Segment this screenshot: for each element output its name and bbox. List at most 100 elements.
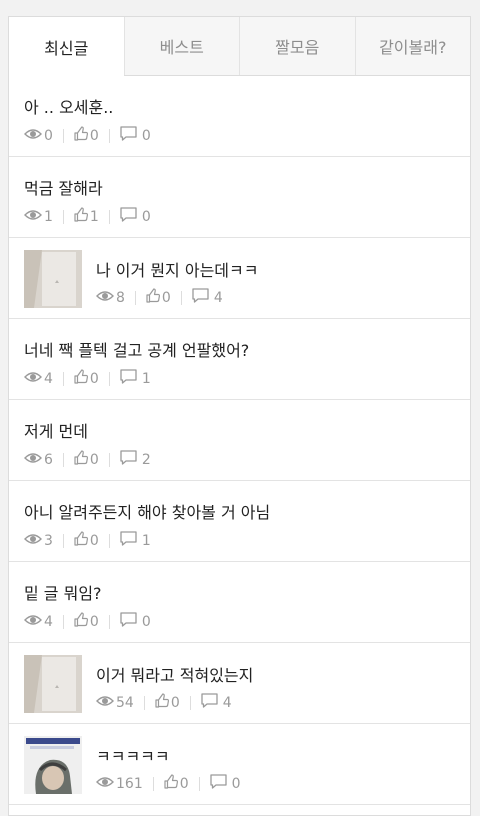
stat-divider: [62, 209, 64, 224]
eye-icon: [96, 290, 114, 306]
post-item[interactable]: ㅋㅋㅋㅋㅋ 161 0 0: [9, 724, 470, 805]
thumbs-up-icon: [74, 126, 88, 145]
board-container: 최신글 베스트 짤모음 같이볼래? 아 .. 오세훈.. 0 0 0 먹금 잘해라 1 1 0…: [8, 16, 471, 816]
post-stats: 0 0 0: [24, 126, 151, 145]
post-stats: 54 0 4: [96, 693, 232, 712]
post-title[interactable]: 너네 짹 플텍 걸고 공계 언팔했어?: [24, 337, 249, 361]
view-count: 3: [24, 533, 53, 549]
comment-icon: [120, 450, 137, 469]
post-title[interactable]: 저게 먼데: [24, 418, 88, 442]
view-count: 4: [24, 371, 53, 387]
eye-icon: [96, 776, 114, 792]
post-item[interactable]: 저게 먼데 6 0 2: [9, 400, 470, 481]
like-count: 1: [74, 207, 99, 226]
comment-count-value: 0: [141, 127, 151, 144]
post-title[interactable]: 이거 뭐라고 적혀있는지: [96, 662, 253, 686]
stat-divider: [108, 371, 110, 386]
comment-count-value: 0: [141, 208, 151, 225]
view-count: 54: [96, 695, 134, 711]
post-title[interactable]: 아니 알려주든지 해야 찾아볼 거 아님: [24, 499, 270, 523]
eye-icon: [96, 695, 114, 711]
stat-divider: [108, 209, 110, 224]
like-count-value: 0: [161, 289, 171, 306]
post-stats: 161 0 0: [96, 774, 241, 793]
thumbs-up-icon: [164, 774, 178, 793]
post-item[interactable]: 아 .. 오세훈.. 0 0 0: [9, 76, 470, 157]
tab-images[interactable]: 짤모음: [239, 17, 355, 75]
post-thumbnail: [24, 250, 82, 308]
stat-divider: [62, 371, 64, 386]
like-count: 0: [164, 774, 189, 793]
stat-divider: [152, 776, 154, 791]
post-list: 아 .. 오세훈.. 0 0 0 먹금 잘해라 1 1 0 나 이거 뭔지 아는데ㅋㅋ 8 0 4 너네…: [9, 76, 470, 805]
view-count-value: 161: [116, 775, 143, 792]
eye-icon: [24, 209, 42, 225]
like-count: 0: [74, 450, 99, 469]
view-count: 1: [24, 209, 53, 225]
thumbs-up-icon: [74, 612, 88, 631]
comment-count: 0: [120, 612, 151, 631]
thumbs-up-icon: [74, 369, 88, 388]
like-count-value: 0: [89, 613, 99, 630]
stat-divider: [108, 128, 110, 143]
thumbs-up-icon: [146, 288, 160, 307]
post-thumbnail: [24, 736, 82, 794]
stat-divider: [62, 533, 64, 548]
tab-watch-together[interactable]: 같이볼래?: [354, 17, 470, 75]
post-stats: 4 0 0: [24, 612, 151, 631]
like-count: 0: [155, 693, 180, 712]
like-count: 0: [74, 126, 99, 145]
thumbs-up-icon: [74, 531, 88, 550]
like-count-value: 1: [89, 208, 99, 225]
post-stats: 4 0 1: [24, 369, 151, 388]
comment-count: 1: [120, 531, 151, 550]
view-count: 6: [24, 452, 53, 468]
thumbs-up-icon: [74, 450, 88, 469]
comment-count: 0: [120, 207, 151, 226]
view-count-value: 4: [44, 370, 53, 387]
view-count-value: 6: [44, 451, 53, 468]
eye-icon: [24, 452, 42, 468]
post-item[interactable]: 이거 뭐라고 적혀있는지 54 0 4: [9, 643, 470, 724]
comment-icon: [120, 531, 137, 550]
view-count-value: 1: [44, 208, 53, 225]
like-count-value: 0: [170, 694, 180, 711]
post-stats: 1 1 0: [24, 207, 151, 226]
post-item[interactable]: 너네 짹 플텍 걸고 공계 언팔했어? 4 0 1: [9, 319, 470, 400]
comment-count-value: 4: [222, 694, 232, 711]
post-title[interactable]: 나 이거 뭔지 아는데ㅋㅋ: [96, 257, 258, 281]
view-count-value: 3: [44, 532, 53, 549]
post-stats: 6 0 2: [24, 450, 151, 469]
view-count-value: 54: [116, 694, 134, 711]
like-count-value: 0: [89, 451, 99, 468]
like-count-value: 0: [89, 127, 99, 144]
post-title[interactable]: 아 .. 오세훈..: [24, 94, 113, 118]
comment-icon: [192, 288, 209, 307]
view-count: 0: [24, 128, 53, 144]
post-title[interactable]: ㅋㅋㅋㅋㅋ: [96, 743, 170, 767]
post-title[interactable]: 밑 글 뭐임?: [24, 580, 102, 604]
like-count: 0: [74, 369, 99, 388]
comment-count-value: 4: [213, 289, 223, 306]
eye-icon: [24, 533, 42, 549]
comment-count: 1: [120, 369, 151, 388]
like-count-value: 0: [89, 370, 99, 387]
comment-icon: [210, 774, 227, 793]
comment-count: 4: [192, 288, 223, 307]
post-item[interactable]: 아니 알려주든지 해야 찾아볼 거 아님 3 0 1: [9, 481, 470, 562]
tab-best[interactable]: 베스트: [123, 17, 239, 75]
view-count: 4: [24, 614, 53, 630]
comment-icon: [120, 612, 137, 631]
like-count-value: 0: [89, 532, 99, 549]
stat-divider: [62, 614, 64, 629]
post-title[interactable]: 먹금 잘해라: [24, 175, 103, 199]
post-item[interactable]: 밑 글 뭐임? 4 0 0: [9, 562, 470, 643]
post-item[interactable]: 나 이거 뭔지 아는데ㅋㅋ 8 0 4: [9, 238, 470, 319]
tab-latest[interactable]: 최신글: [9, 17, 124, 76]
stat-divider: [62, 128, 64, 143]
comment-count-value: 0: [231, 775, 241, 792]
post-item[interactable]: 먹금 잘해라 1 1 0: [9, 157, 470, 238]
post-stats: 3 0 1: [24, 531, 151, 550]
view-count-value: 0: [44, 127, 53, 144]
comment-icon: [120, 126, 137, 145]
